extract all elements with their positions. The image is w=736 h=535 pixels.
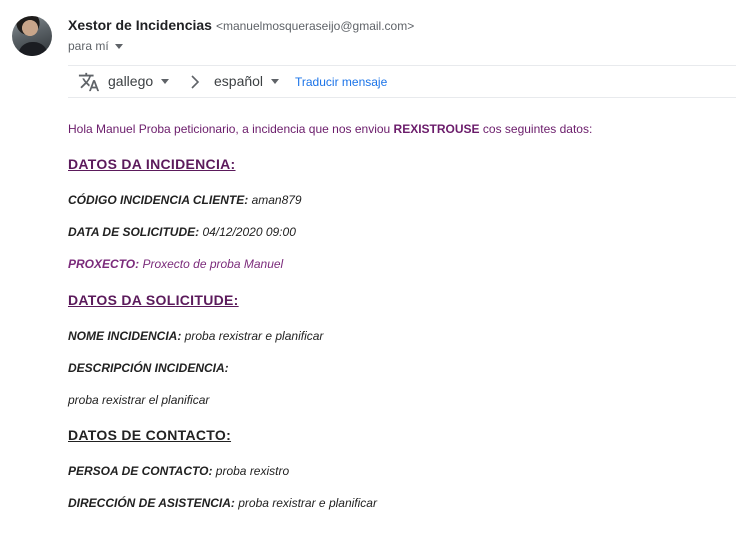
translate-bar: gallego español Traducir mensaje bbox=[68, 66, 736, 98]
caret-down-icon bbox=[271, 78, 280, 84]
source-language-select[interactable]: gallego bbox=[108, 73, 170, 89]
intro-paragraph: Hola Manuel Proba peticionario, a incide… bbox=[68, 122, 592, 136]
field-codigo-incidencia: CÓDIGO INCIDENCIA CLIENTE: aman879 bbox=[68, 193, 302, 207]
intro-suffix: cos seguintes datos: bbox=[479, 122, 593, 136]
field-label: DESCRIPCIÓN INCIDENCIA: bbox=[68, 361, 229, 375]
chevron-right-icon bbox=[191, 75, 200, 89]
field-label: NOME INCIDENCIA: bbox=[68, 329, 182, 343]
translate-icon bbox=[78, 72, 100, 92]
source-language-label: gallego bbox=[108, 73, 154, 89]
field-proxecto: PROXECTO: Proxecto de proba Manuel bbox=[68, 257, 283, 271]
translate-message-link[interactable]: Traducir mensaje bbox=[295, 75, 387, 89]
field-label: DIRECCIÓN DE ASISTENCIA: bbox=[68, 496, 235, 510]
field-label: PERSOA DE CONTACTO: bbox=[68, 464, 213, 478]
field-descripcion-value: proba rexistrar el planificar bbox=[68, 393, 209, 407]
field-nome-incidencia: NOME INCIDENCIA: proba rexistrar e plani… bbox=[68, 329, 323, 343]
sender-line: Xestor de Incidencias <manuelmosqueraseij… bbox=[68, 17, 414, 33]
avatar-body bbox=[18, 42, 48, 56]
section-title-contacto: DATOS DE CONTACTO: bbox=[68, 427, 232, 443]
sender-email: <manuelmosqueraseijo@gmail.com> bbox=[215, 19, 415, 33]
caret-down-icon bbox=[114, 43, 123, 49]
field-value: proba rexistro bbox=[212, 464, 290, 478]
email-header: Xestor de Incidencias <manuelmosqueraseij… bbox=[0, 0, 736, 66]
field-value: 04/12/2020 09:00 bbox=[199, 225, 296, 239]
intro-emphasis: REXISTROUSE bbox=[393, 122, 480, 136]
field-value: proba rexistrar e planificar bbox=[234, 496, 377, 510]
translate-bar-bottom-divider bbox=[68, 97, 736, 98]
target-language-select[interactable]: español bbox=[214, 73, 280, 89]
field-label: DATA DE SOLICITUDE: bbox=[68, 225, 200, 239]
recipient-label: para mí bbox=[68, 39, 109, 53]
field-persoa-contacto: PERSOA DE CONTACTO: proba rexistro bbox=[68, 464, 289, 478]
recipient-details-toggle[interactable]: para mí bbox=[68, 39, 123, 53]
field-value: proba rexistrar el planificar bbox=[68, 393, 210, 407]
caret-down-icon bbox=[161, 78, 170, 84]
field-direccion-asistencia: DIRECCIÓN DE ASISTENCIA: proba rexistrar… bbox=[68, 496, 377, 510]
sender-avatar[interactable] bbox=[12, 16, 52, 56]
field-label: PROXECTO: bbox=[68, 257, 140, 271]
section-title-incidencia: DATOS DA INCIDENCIA: bbox=[68, 156, 236, 172]
intro-prefix: Hola Manuel Proba peticionario, a incide… bbox=[68, 122, 394, 136]
section-title-solicitude: DATOS DA SOLICITUDE: bbox=[68, 292, 239, 308]
field-data-solicitude: DATA DE SOLICITUDE: 04/12/2020 09:00 bbox=[68, 225, 296, 239]
field-value: proba rexistrar e planificar bbox=[181, 329, 324, 343]
sender-name[interactable]: Xestor de Incidencias bbox=[68, 17, 212, 33]
target-language-label: español bbox=[214, 73, 264, 89]
field-label: CÓDIGO INCIDENCIA CLIENTE: bbox=[68, 193, 249, 207]
field-value: aman879 bbox=[248, 193, 302, 207]
field-value: Proxecto de proba Manuel bbox=[139, 257, 284, 271]
field-descripcion-incidencia: DESCRIPCIÓN INCIDENCIA: bbox=[68, 361, 229, 375]
